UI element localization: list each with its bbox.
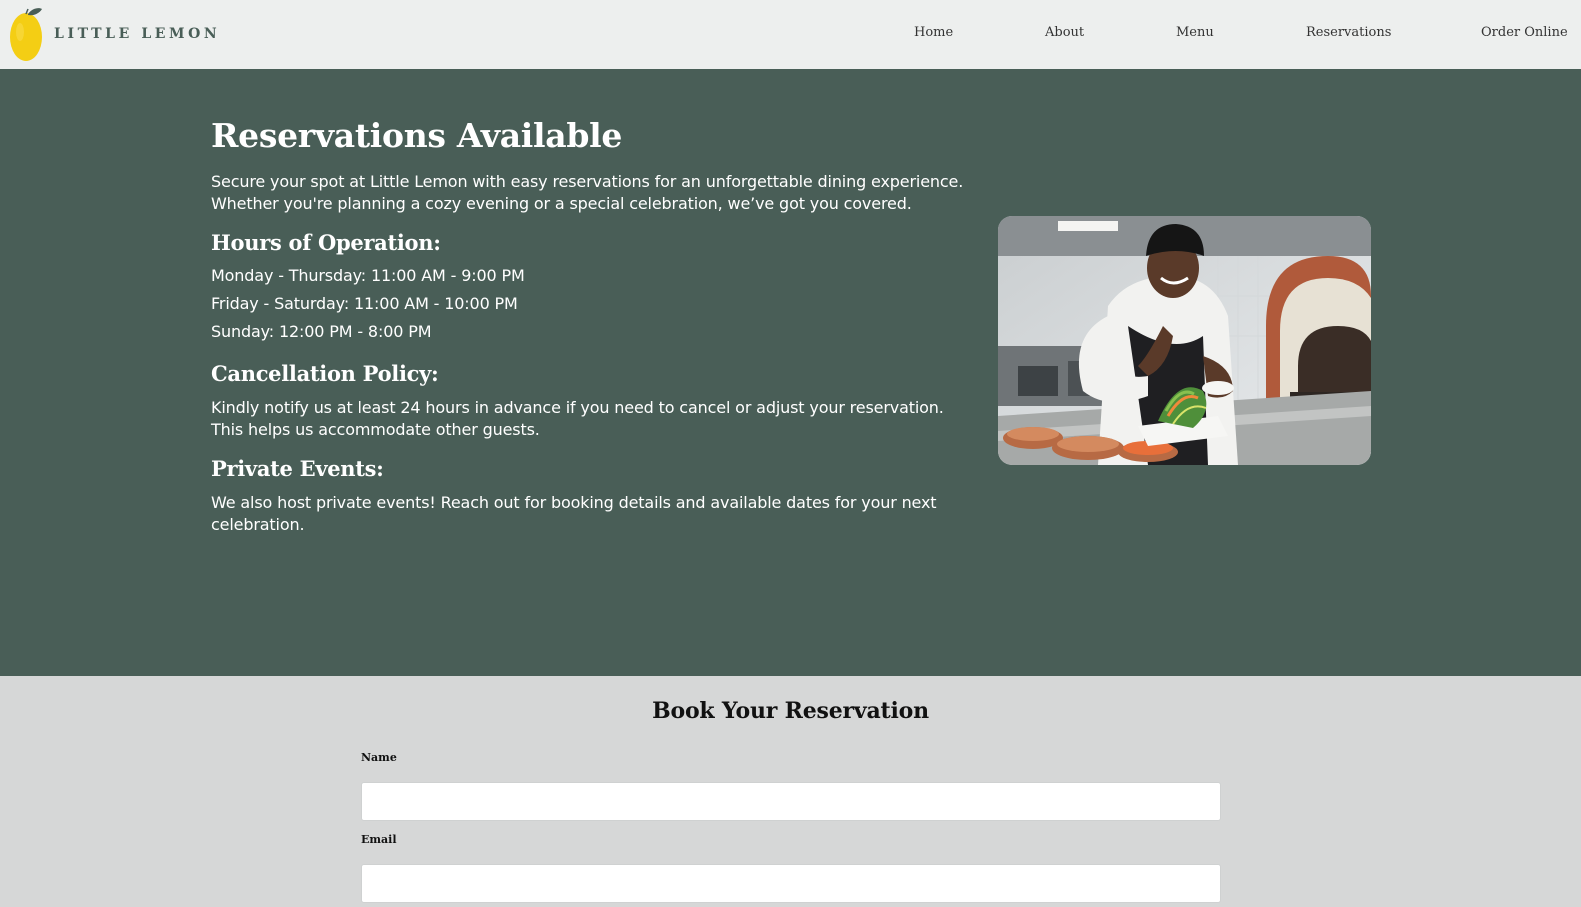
logo[interactable]: LITTLE LEMON <box>8 6 220 62</box>
cancellation-heading: Cancellation Policy: <box>211 361 439 386</box>
nav-home[interactable]: Home <box>914 25 953 40</box>
nav-about[interactable]: About <box>1045 25 1084 40</box>
reservations-info-text: Reservations Available Secure your spot … <box>211 115 971 536</box>
booking-form-section: Book Your Reservation Name Email <box>0 676 1581 907</box>
nav-order-online[interactable]: Order Online <box>1481 25 1568 40</box>
cancellation-text: Kindly notify us at least 24 hours in ad… <box>211 398 944 439</box>
booking-title: Book Your Reservation <box>652 698 929 724</box>
private-events-text: We also host private events! Reach out f… <box>211 493 937 534</box>
nav-menu[interactable]: Menu <box>1176 25 1214 40</box>
name-label: Name <box>361 751 397 764</box>
hours-heading: Hours of Operation: <box>211 230 441 255</box>
site-header: LITTLE LEMON Home About Menu Reservation… <box>0 0 1581 69</box>
private-events-heading: Private Events: <box>211 456 384 481</box>
hours-line: Sunday: 12:00 PM - 8:00 PM <box>211 322 432 341</box>
intro-text: Secure your spot at Little Lemon with ea… <box>211 172 964 213</box>
hours-line: Friday - Saturday: 11:00 AM - 10:00 PM <box>211 294 518 313</box>
hours-list: Monday - Thursday: 11:00 AM - 9:00 PM Fr… <box>211 262 971 346</box>
chef-plating-salad-photo <box>998 216 1371 465</box>
lemon-icon <box>10 8 42 61</box>
name-input[interactable] <box>361 782 1221 821</box>
page-title: Reservations Available <box>211 116 623 155</box>
email-input[interactable] <box>361 864 1221 903</box>
nav-reservations[interactable]: Reservations <box>1306 25 1391 40</box>
hours-line: Monday - Thursday: 11:00 AM - 9:00 PM <box>211 266 525 285</box>
reservations-info-section: Reservations Available Secure your spot … <box>0 69 1581 676</box>
email-label: Email <box>361 833 397 846</box>
brand-name: LITTLE LEMON <box>54 26 221 42</box>
chef-photo <box>998 216 1371 465</box>
